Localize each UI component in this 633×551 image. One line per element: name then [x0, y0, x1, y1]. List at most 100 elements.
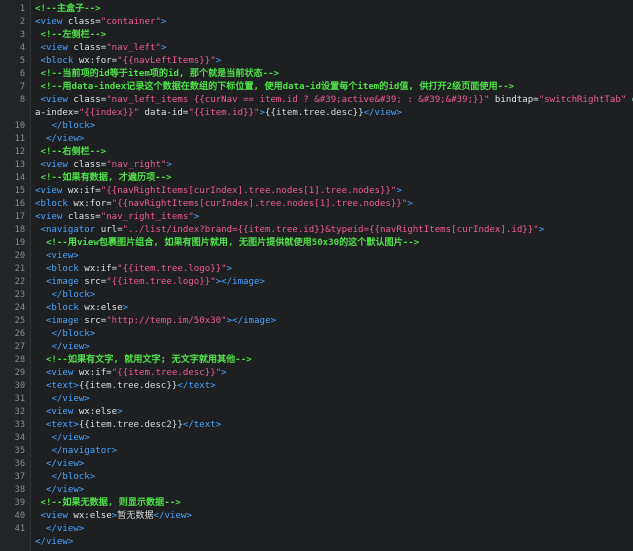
- code-line[interactable]: 26 </block>: [0, 328, 633, 341]
- code-token: >: [407, 199, 413, 209]
- line-number: 15: [14, 186, 25, 196]
- code-line[interactable]: 32 <view wx:else>: [0, 406, 633, 419]
- code-token: class=: [67, 212, 101, 222]
- code-token: "{{item.tree.logo}}": [106, 277, 216, 287]
- code-line[interactable]: 11 </view>: [0, 133, 633, 146]
- code-line[interactable]: 2 <view class="container">: [0, 16, 633, 29]
- code-line[interactable]: 34 </view>: [0, 432, 633, 445]
- code-line[interactable]: 21 <block wx:if="{{item.tree.logo}}">: [0, 263, 633, 276]
- code-line[interactable]: 27 </view>: [0, 341, 633, 354]
- line-number: 19: [14, 238, 25, 248]
- line-code: <block wx:for="{{navRightItems[curIndex]…: [35, 198, 413, 211]
- code-token: 暂无数据: [117, 511, 154, 521]
- code-token: "nav_right_items": [100, 212, 194, 222]
- code-line[interactable]: a-index="{{index}}" data-id="{{item.id}}…: [0, 107, 633, 120]
- code-line[interactable]: 4 <view class="nav_left">: [0, 42, 633, 55]
- code-line[interactable]: 25 <image src="http://temp.im/50x30"></i…: [0, 315, 633, 328]
- code-token: wx:if=: [67, 186, 101, 196]
- code-token: <!--左侧栏-->: [40, 30, 107, 40]
- line-code: <view>: [35, 250, 79, 263]
- code-line[interactable]: 36 </view>: [0, 458, 633, 471]
- code-line[interactable]: 10 </block>: [0, 120, 633, 133]
- code-line[interactable]: 15 <view wx:if="{{navRightItems[curIndex]…: [0, 185, 633, 198]
- line-code: <view wx:if="{{item.tree.desc}}">: [35, 367, 227, 380]
- code-line[interactable]: 18 <navigator url="../list/index?brand={…: [0, 224, 633, 237]
- code-line[interactable]: 41 </view>: [0, 523, 633, 536]
- code-token: ></image>: [215, 277, 265, 287]
- code-line[interactable]: 33 <text>{{item.tree.desc2}}</text>: [0, 419, 633, 432]
- code-token: <!--如果有文字, 就用文字; 无文字就用其他-->: [45, 355, 252, 365]
- code-token: wx:for=: [78, 56, 118, 66]
- code-line[interactable]: 31 </view>: [0, 393, 633, 406]
- code-line[interactable]: 23 </block>: [0, 289, 633, 302]
- code-line[interactable]: 19 <!--用view包裹图片组合, 如果有图片就用, 无图片提供就使用50x…: [0, 237, 633, 250]
- line-number: 4: [19, 43, 25, 53]
- code-token: >: [193, 212, 200, 222]
- code-line[interactable]: 8 <view class="nav_left_items {{curNav =…: [0, 94, 633, 107]
- line-code: </view>: [35, 458, 84, 471]
- code-line[interactable]: 39 <!--如果无数据, 则显示数据-->: [0, 497, 633, 510]
- code-token: >: [117, 407, 123, 417]
- line-number: 29: [14, 368, 25, 378]
- code-token: "container": [100, 17, 161, 27]
- code-token: </view>: [45, 134, 85, 144]
- code-token: </text>: [177, 381, 216, 391]
- line-number: 16: [14, 199, 25, 209]
- line-number: 35: [14, 446, 25, 456]
- code-token: class=: [73, 95, 107, 105]
- line-number: 31: [14, 394, 25, 404]
- code-token: >: [160, 17, 167, 27]
- code-token: <image: [45, 277, 85, 287]
- code-line[interactable]: </view>: [0, 536, 633, 549]
- code-line[interactable]: 1 <!--主盒子-->: [0, 3, 633, 16]
- code-line[interactable]: 3 <!--左侧栏-->: [0, 29, 633, 42]
- line-code: <image src="http://temp.im/50x30"></imag…: [35, 315, 276, 328]
- code-line[interactable]: 29 <view wx:if="{{item.tree.desc}}">: [0, 367, 633, 380]
- code-line[interactable]: 6 <!--当前项的id等于item项的id, 那个就是当前状态-->: [0, 68, 633, 81]
- line-code: </view>: [35, 393, 89, 406]
- code-line[interactable]: 37 </block>: [0, 471, 633, 484]
- line-number: 3: [19, 30, 25, 40]
- line-number: 37: [14, 472, 25, 482]
- code-line[interactable]: 30 <text>{{item.tree.desc}}</text>: [0, 380, 633, 393]
- code-token: "http://temp.im/50x30": [106, 316, 227, 326]
- code-editor[interactable]: 1 <!--主盒子--> 2 <view class="container"> 3 <!…: [0, 0, 633, 551]
- code-token: {{item.tree.desc}}: [265, 108, 364, 118]
- code-line[interactable]: 17 <view class="nav_right_items">: [0, 211, 633, 224]
- code-line[interactable]: 12 <!--右侧栏-->: [0, 146, 633, 159]
- code-token: "../list/index?brand={{item.tree.id}}&ty…: [122, 225, 539, 235]
- code-line[interactable]: 14 <!--如果有数据, 才遍历项-->: [0, 172, 633, 185]
- line-code: <navigator url="../list/index?brand={{it…: [35, 224, 544, 237]
- code-line[interactable]: 28 <!--如果有文字, 就用文字; 无文字就用其他-->: [0, 354, 633, 367]
- code-line[interactable]: 40 <view wx:else>暂无数据</view>: [0, 510, 633, 523]
- code-line[interactable]: 35 </navigator>: [0, 445, 633, 458]
- code-line[interactable]: 24 <block wx:else>: [0, 302, 633, 315]
- code-token: >: [166, 160, 172, 170]
- code-token: wx:else: [73, 511, 112, 521]
- code-line[interactable]: 5 <block wx:for="{{navLeftItems}}">: [0, 55, 633, 68]
- code-line[interactable]: 20 <view>: [0, 250, 633, 263]
- code-token: ></image>: [226, 316, 276, 326]
- line-number: 6: [19, 69, 25, 79]
- code-token: <view: [35, 186, 68, 196]
- code-token: >: [221, 368, 227, 378]
- code-line[interactable]: 22 <image src="{{item.tree.logo}}"></ima…: [0, 276, 633, 289]
- code-line[interactable]: 7 <!--用data-index记录这个数据在数组的下标位置, 使用data-…: [0, 81, 633, 94]
- code-token: <text>: [45, 420, 79, 430]
- code-line[interactable]: 13 <view class="nav_right">: [0, 159, 633, 172]
- line-number: 24: [14, 303, 25, 313]
- code-token: <view: [40, 95, 74, 105]
- line-code: <!--主盒子-->: [35, 3, 101, 16]
- line-code: </block>: [35, 120, 95, 133]
- line-code: <block wx:else>: [35, 302, 128, 315]
- code-line[interactable]: 16 <block wx:for="{{navRightItems[curInde…: [0, 198, 633, 211]
- line-number: 5: [19, 56, 25, 66]
- code-token: wx:if=: [84, 264, 118, 274]
- code-line[interactable]: 38 </view>: [0, 484, 633, 497]
- line-number: 20: [14, 251, 25, 261]
- line-number: 23: [14, 290, 25, 300]
